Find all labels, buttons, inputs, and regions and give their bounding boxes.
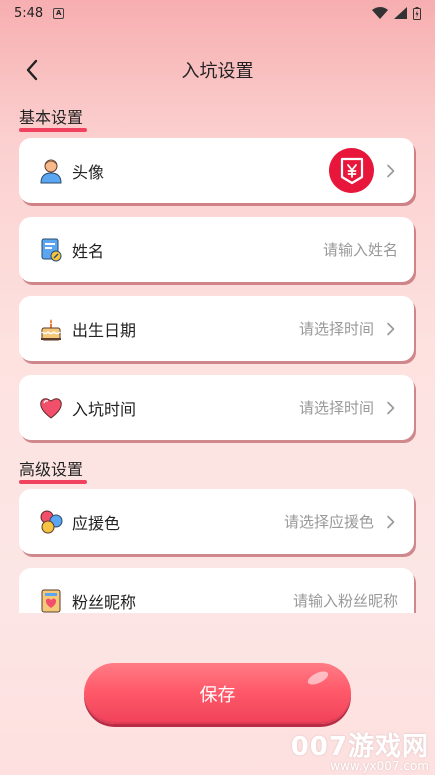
- row-support-color[interactable]: 应援色 请选择应援色: [19, 489, 414, 554]
- save-button[interactable]: 保存: [84, 663, 351, 724]
- wifi-icon: [372, 7, 388, 19]
- receipt-yen-icon: [340, 157, 363, 184]
- status-time: 5:48: [14, 5, 44, 21]
- name-card-icon: [38, 237, 64, 263]
- heart-icon: [38, 395, 64, 421]
- row-name[interactable]: 姓名 请输入姓名: [19, 217, 414, 282]
- row-name-label: 姓名: [72, 241, 105, 261]
- row-support-color-label: 应援色: [72, 513, 121, 533]
- row-fan-nickname[interactable]: 粉丝昵称 请输入粉丝昵称: [19, 568, 414, 613]
- color-dots-icon: [38, 509, 64, 535]
- back-button[interactable]: [18, 56, 46, 84]
- fan-nickname-input[interactable]: 请输入粉丝昵称: [293, 590, 398, 611]
- button-shine: [305, 668, 331, 688]
- page-title: 入坑设置: [181, 61, 254, 82]
- save-button-label: 保存: [199, 684, 236, 705]
- row-avatar-label: 头像: [72, 162, 105, 182]
- chevron-right-icon: [386, 401, 398, 415]
- battery-icon: [413, 6, 421, 20]
- cake-icon: [38, 316, 64, 342]
- section-title-basic-text: 基本设置: [19, 108, 84, 127]
- nav-bar: 入坑设置: [0, 48, 435, 92]
- chevron-right-icon: [386, 164, 398, 178]
- birthday-value: 请选择时间: [298, 320, 374, 338]
- support-color-value: 请选择应援色: [283, 513, 374, 531]
- section-title-basic: 基本设置: [19, 104, 88, 132]
- signal-icon: [394, 7, 407, 19]
- row-join-time[interactable]: 入坑时间 请选择时间: [19, 375, 414, 440]
- row-birthday[interactable]: 出生日期 请选择时间: [19, 296, 414, 361]
- section-underline: [19, 128, 88, 132]
- join-time-value: 请选择时间: [298, 399, 374, 417]
- avatar[interactable]: [329, 148, 374, 193]
- row-avatar[interactable]: 头像: [19, 138, 414, 203]
- fan-sign-icon: [38, 588, 64, 614]
- person-icon: [38, 158, 64, 184]
- row-birthday-label: 出生日期: [72, 320, 137, 340]
- row-fan-nickname-label: 粉丝昵称: [72, 592, 137, 612]
- watermark: 007游戏网 www.yx007.com: [291, 726, 429, 773]
- watermark-text: 007游戏网: [290, 732, 429, 762]
- chevron-left-icon: [26, 59, 38, 81]
- chevron-right-icon: [386, 322, 398, 336]
- status-bar: 5:48 A: [0, 0, 435, 26]
- name-input[interactable]: 请输入姓名: [323, 239, 398, 260]
- advanced-list[interactable]: 应援色 请选择应援色 粉丝昵称 请输入粉丝昵称: [0, 465, 435, 613]
- row-join-time-label: 入坑时间: [72, 399, 137, 419]
- chevron-right-icon: [386, 515, 398, 529]
- notification-icon: A: [53, 7, 65, 19]
